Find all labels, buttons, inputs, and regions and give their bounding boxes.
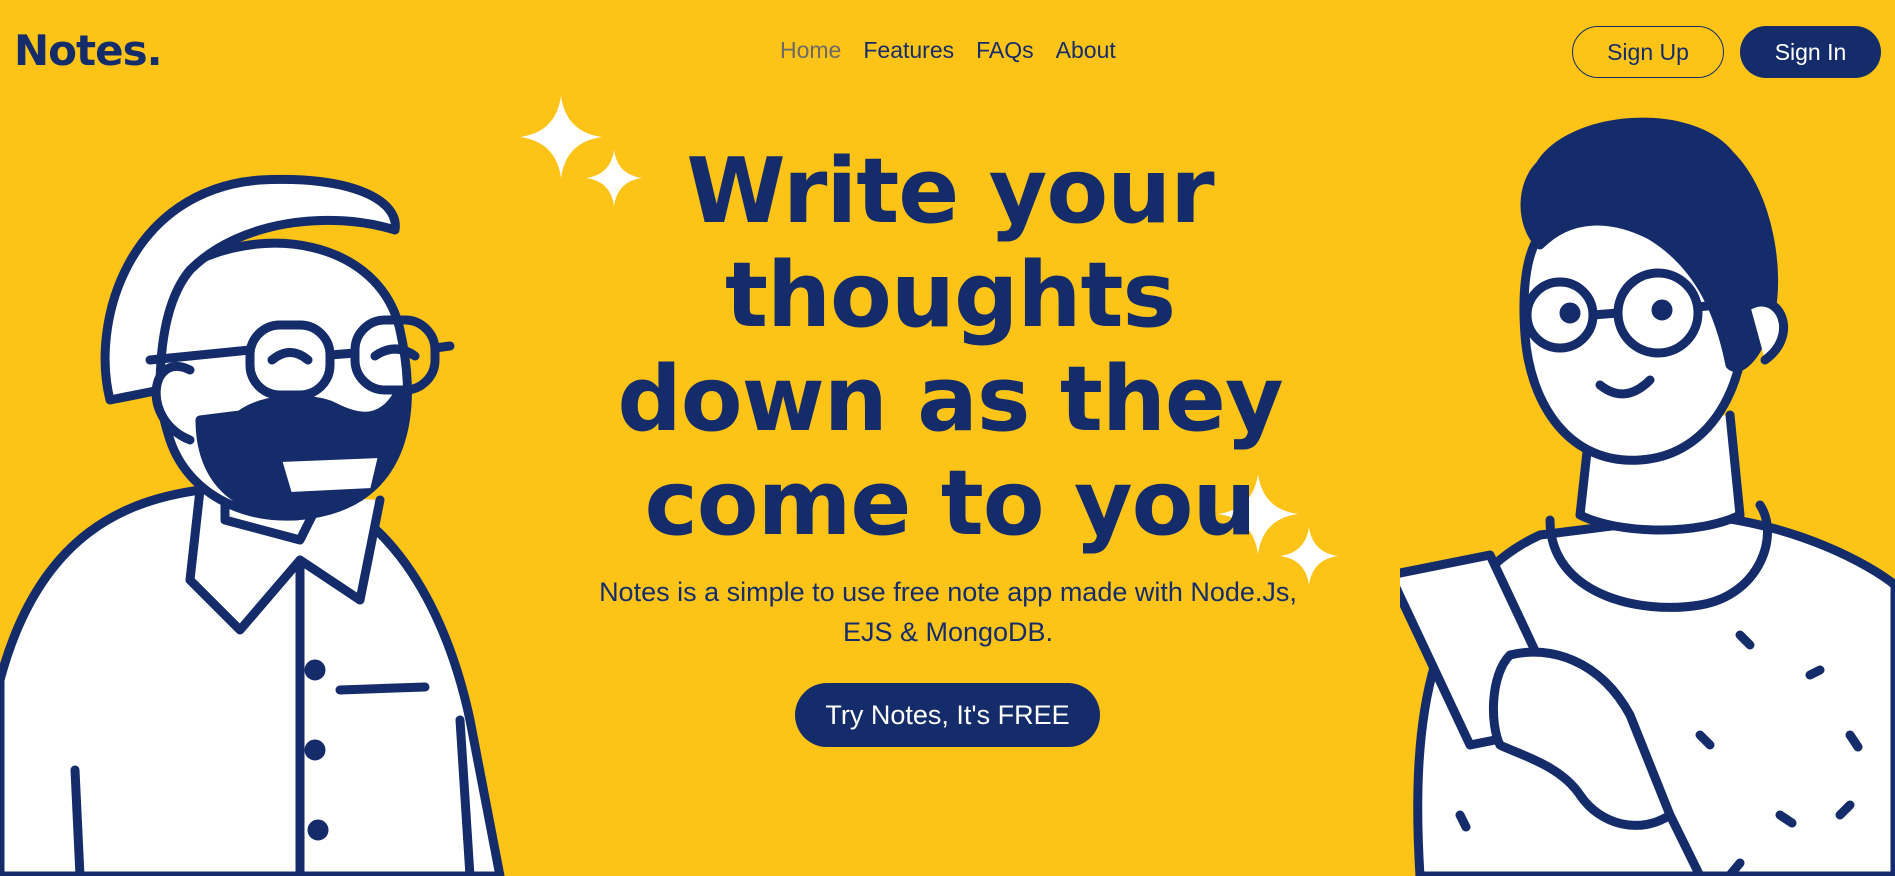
brand-logo[interactable]: Notes. xyxy=(14,26,163,75)
man-illustration xyxy=(0,174,505,876)
sign-up-button[interactable]: Sign Up xyxy=(1572,26,1724,78)
woman-illustration xyxy=(1400,117,1895,876)
headline-line: thoughts xyxy=(724,243,1176,348)
sign-in-button[interactable]: Sign In xyxy=(1740,26,1881,78)
subtitle-line: EJS & MongoDB. xyxy=(842,617,1054,647)
headline-line: Write your xyxy=(686,139,1214,244)
hero-subtitle: Notes is a simple to use free note app m… xyxy=(548,572,1348,652)
headline-line: down as they xyxy=(617,347,1283,452)
headline-line: come to you xyxy=(644,451,1256,556)
nav-item-faqs[interactable]: FAQs xyxy=(976,37,1034,64)
try-notes-button[interactable]: Try Notes, It's FREE xyxy=(795,683,1100,747)
nav-item-about[interactable]: About xyxy=(1056,37,1116,64)
landing-page: Notes. Home Features FAQs About Sign Up … xyxy=(0,0,1895,876)
hero-headline: Write your thoughts down as they come to… xyxy=(540,140,1360,556)
main-nav: Home Features FAQs About xyxy=(780,37,1116,64)
subtitle-line: Notes is a simple to use free note app m… xyxy=(599,577,1297,607)
nav-item-home[interactable]: Home xyxy=(780,37,841,64)
nav-item-features[interactable]: Features xyxy=(863,37,954,64)
